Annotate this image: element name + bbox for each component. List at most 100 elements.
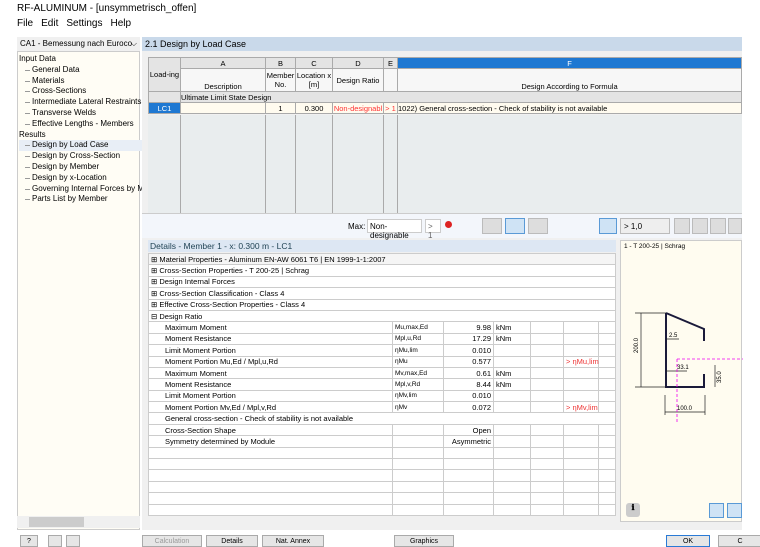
detail-empty bbox=[530, 321, 564, 334]
detail-note bbox=[563, 344, 599, 357]
help-icon[interactable]: ? bbox=[20, 535, 38, 547]
color-scale-icon[interactable] bbox=[692, 218, 708, 234]
tree-lateral-restraints[interactable]: Intermediate Lateral Restraints bbox=[19, 97, 144, 108]
chevron-down-icon: ⌵ bbox=[130, 39, 137, 48]
tree-transverse-welds[interactable]: Transverse Welds bbox=[19, 108, 144, 119]
detail-empty bbox=[530, 355, 564, 368]
next-icon[interactable] bbox=[66, 535, 80, 547]
cell-loading[interactable]: LC1 bbox=[148, 102, 181, 114]
excel-export-icon[interactable] bbox=[710, 218, 726, 234]
tree-general-data[interactable]: General Data bbox=[19, 65, 144, 76]
details-button[interactable]: Details bbox=[206, 535, 258, 547]
menu-bar: File Edit Settings Help bbox=[17, 18, 131, 29]
detail-note bbox=[563, 321, 599, 334]
menu-help[interactable]: Help bbox=[111, 18, 132, 29]
ok-button[interactable]: OK bbox=[666, 535, 710, 547]
detail-symbol: Mv,max,Ed bbox=[392, 366, 444, 380]
detail-row: Moment Resistance Mpl,u,Rd 17.29 kNm bbox=[148, 332, 616, 346]
group-row: Ultimate Limit State Design bbox=[180, 91, 742, 103]
tree-design-by-member[interactable]: Design by Member bbox=[19, 162, 144, 173]
info-icon[interactable]: ℹ bbox=[626, 503, 640, 517]
section-material[interactable]: ⊞ Material Properties - Aluminum EN-AW 6… bbox=[148, 252, 616, 266]
section-label: Cross-Section Classification - Class 4 bbox=[159, 288, 285, 298]
detail-value: 0.577 bbox=[443, 355, 494, 368]
section-design-ratio[interactable]: ⊟ Design Ratio bbox=[148, 309, 616, 323]
tree-parts-list[interactable]: Parts List by Member bbox=[19, 194, 144, 205]
menu-edit[interactable]: Edit bbox=[41, 18, 58, 29]
tree-materials[interactable]: Materials bbox=[19, 76, 144, 87]
tree-cross-sections[interactable]: Cross-Sections bbox=[19, 86, 144, 97]
results-table: Load-ing A B C D E F Description Member … bbox=[148, 57, 742, 114]
detail-unit: kNm bbox=[493, 366, 531, 380]
tree-design-by-cross-section[interactable]: Design by Cross-Section bbox=[19, 151, 144, 162]
cell-member[interactable]: 1 bbox=[265, 102, 296, 114]
detail-name: Moment Resistance bbox=[148, 332, 393, 346]
section-classification[interactable]: ⊞ Cross-Section Classification - Class 4 bbox=[148, 287, 616, 300]
menu-file[interactable]: File bbox=[17, 18, 33, 29]
section-label: Design Ratio bbox=[159, 311, 203, 321]
axis-view-button[interactable] bbox=[709, 503, 724, 518]
cell-flag[interactable]: > 1 bbox=[383, 102, 398, 114]
dim-centroid: 33.1 bbox=[677, 365, 689, 371]
detail-value: 9.98 bbox=[443, 321, 494, 334]
section-internal-forces[interactable]: ⊞ Design Internal Forces bbox=[148, 275, 616, 289]
tree-governing-forces[interactable]: Governing Internal Forces by M bbox=[19, 184, 144, 195]
filter-toggle-button[interactable] bbox=[599, 218, 617, 234]
graphics-button[interactable]: Graphics bbox=[394, 535, 454, 547]
filter-icon[interactable] bbox=[674, 218, 690, 234]
section-button[interactable] bbox=[482, 218, 502, 234]
detail-symbol: Mpl,u,Rd bbox=[392, 332, 444, 346]
view-button[interactable] bbox=[528, 218, 548, 234]
section-effective-properties[interactable]: ⊞ Effective Cross-Section Properties - C… bbox=[148, 298, 616, 311]
detail-empty bbox=[530, 401, 564, 414]
nat-annex-button[interactable]: Nat. Annex bbox=[262, 535, 324, 547]
cancel-button[interactable]: C bbox=[718, 535, 760, 547]
case-select-value: CA1 - Bemessung nach Euroco bbox=[20, 39, 133, 48]
section-cross-section[interactable]: ⊞ Cross-Section Properties - T 200-25 | … bbox=[148, 264, 616, 277]
calculation-button[interactable]: Calculation bbox=[142, 535, 202, 547]
tree-effective-lengths[interactable]: Effective Lengths - Members bbox=[19, 119, 144, 130]
tree-design-by-load-case[interactable]: Design by Load Case bbox=[19, 140, 145, 152]
tree-input-data[interactable]: Input Data bbox=[19, 54, 144, 65]
ratio-filter-value: > 1,0 bbox=[624, 222, 643, 231]
detail-value: 0.072 bbox=[443, 401, 494, 414]
detail-empty bbox=[598, 355, 616, 368]
tree-design-by-x-location[interactable]: Design by x-Location bbox=[19, 173, 144, 184]
dimension-view-button[interactable] bbox=[727, 503, 742, 518]
detail-name: Moment Portion Mv,Ed / Mpl,v,Rd bbox=[148, 401, 393, 414]
detail-row: Limit Moment Portion ηMu,lim 0.010 bbox=[148, 344, 616, 357]
detail-value: 0.010 bbox=[443, 344, 494, 357]
horizontal-scrollbar[interactable] bbox=[17, 516, 140, 528]
tree-results[interactable]: Results bbox=[19, 130, 144, 141]
prev-icon[interactable] bbox=[48, 535, 62, 547]
section-label: Design Internal Forces bbox=[159, 277, 235, 287]
detail-empty bbox=[598, 321, 616, 334]
cell-description[interactable] bbox=[180, 102, 266, 114]
max-value: Non-designable bbox=[367, 219, 422, 240]
header-location: Location x [m] bbox=[295, 68, 333, 92]
detail-empty bbox=[598, 401, 616, 414]
error-icon bbox=[445, 221, 452, 228]
cell-formula[interactable]: 1022) General cross-section - Check of s… bbox=[397, 102, 742, 114]
symmetry-label: Symmetry determined by Module bbox=[148, 435, 393, 448]
member-button[interactable] bbox=[505, 218, 525, 234]
cell-location[interactable]: 0.300 bbox=[295, 102, 333, 114]
cell-ratio[interactable]: Non-designabl bbox=[332, 102, 384, 114]
detail-empty bbox=[598, 344, 616, 357]
more-icon[interactable] bbox=[728, 218, 742, 234]
detail-name: Limit Moment Portion bbox=[148, 344, 393, 357]
section-label: Cross-Section Properties - T 200-25 | Sc… bbox=[159, 266, 310, 276]
max-label: Max: bbox=[348, 222, 366, 231]
navigator-tree: Input Data General Data Materials Cross-… bbox=[19, 54, 145, 205]
dim-width: 100.0 bbox=[677, 406, 693, 412]
dim-thickness: 2.5 bbox=[669, 333, 678, 339]
detail-row: Moment Portion Mv,Ed / Mpl,v,Rd ηMv 0.072 >… bbox=[148, 401, 616, 414]
case-select[interactable]: CA1 - Bemessung nach Euroco ⌵ bbox=[17, 37, 140, 52]
table-row[interactable]: LC1 1 0.300 Non-designabl > 1 1022) Gene… bbox=[148, 102, 742, 114]
detail-name: Moment Resistance bbox=[148, 378, 393, 391]
menu-settings[interactable]: Settings bbox=[66, 18, 102, 29]
detail-unit: kNm bbox=[493, 321, 531, 334]
detail-symbol: Mu,max,Ed bbox=[392, 321, 444, 334]
ratio-filter-select[interactable]: > 1,0 bbox=[620, 218, 670, 234]
dim-height: 200.0 bbox=[634, 337, 640, 353]
